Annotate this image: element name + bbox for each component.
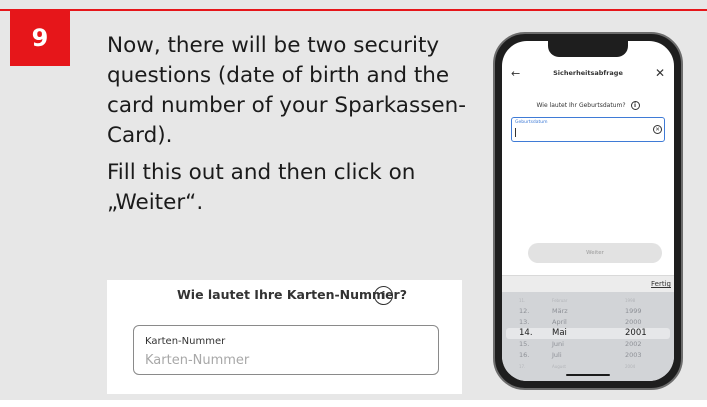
date-picker-wheel[interactable]: 11. Februar 1998 12. März 1999 13. April… — [502, 292, 674, 381]
picker-row[interactable]: 15. Juni 2002 — [502, 339, 674, 350]
bottom-border — [0, 400, 707, 407]
picker-row[interactable]: 16. Juli 2003 — [502, 350, 674, 361]
birthdate-question-text: Wie lautet Ihr Geburtsdatum? — [536, 102, 626, 109]
instruction-text: Now, there will be two security question… — [107, 31, 477, 218]
close-icon[interactable]: ✕ — [655, 66, 665, 80]
picker-row[interactable]: 12. März 1999 — [502, 306, 674, 317]
picker-toolbar: Fertig — [502, 275, 674, 292]
card-number-form-excerpt: Wie lautet Ihre Karten-Nummer? i Karten-… — [107, 280, 462, 394]
phone-mockup: ← Sicherheitsabfrage ✕ Wie lautet Ihr Ge… — [493, 32, 683, 390]
home-indicator — [566, 374, 610, 376]
done-button[interactable]: Fertig — [651, 280, 671, 288]
step-number-badge: 9 — [10, 10, 70, 66]
text-cursor — [515, 128, 516, 137]
screen-title: Sicherheitsabfrage — [553, 69, 623, 77]
card-number-input[interactable]: Karten-Nummer Karten-Nummer — [133, 325, 439, 375]
info-icon[interactable]: i — [630, 101, 640, 110]
card-number-label: Karten-Nummer — [145, 336, 226, 347]
birthdate-input[interactable]: Geburtsdatum ✕ — [511, 117, 665, 142]
picker-selected-row[interactable]: 14. Mai 2001 — [502, 328, 674, 339]
birthdate-label: Geburtsdatum — [515, 120, 548, 125]
instruction-card: 9 Now, there will be two security questi… — [0, 0, 707, 407]
info-icon[interactable]: i — [374, 286, 393, 305]
phone-notch — [548, 41, 628, 57]
birthdate-question: Wie lautet Ihr Geburtsdatum? i — [502, 101, 674, 110]
clear-icon[interactable]: ✕ — [653, 125, 662, 134]
card-number-question: Wie lautet Ihre Karten-Nummer? — [177, 287, 407, 302]
card-number-placeholder: Karten-Nummer — [145, 353, 250, 368]
continue-button[interactable]: Weiter — [528, 243, 662, 263]
picker-row[interactable]: 17. August 2004 — [502, 361, 674, 372]
picker-row[interactable]: 11. Februar 1998 — [502, 295, 674, 306]
picker-row[interactable]: 13. April 2000 — [502, 317, 674, 328]
instruction-line-1: Now, there will be two security question… — [107, 33, 466, 148]
phone-screen: ← Sicherheitsabfrage ✕ Wie lautet Ihr Ge… — [502, 41, 674, 381]
top-accent-line — [0, 9, 707, 11]
instruction-line-2: Fill this out and then click on „Weiter“… — [107, 160, 416, 215]
